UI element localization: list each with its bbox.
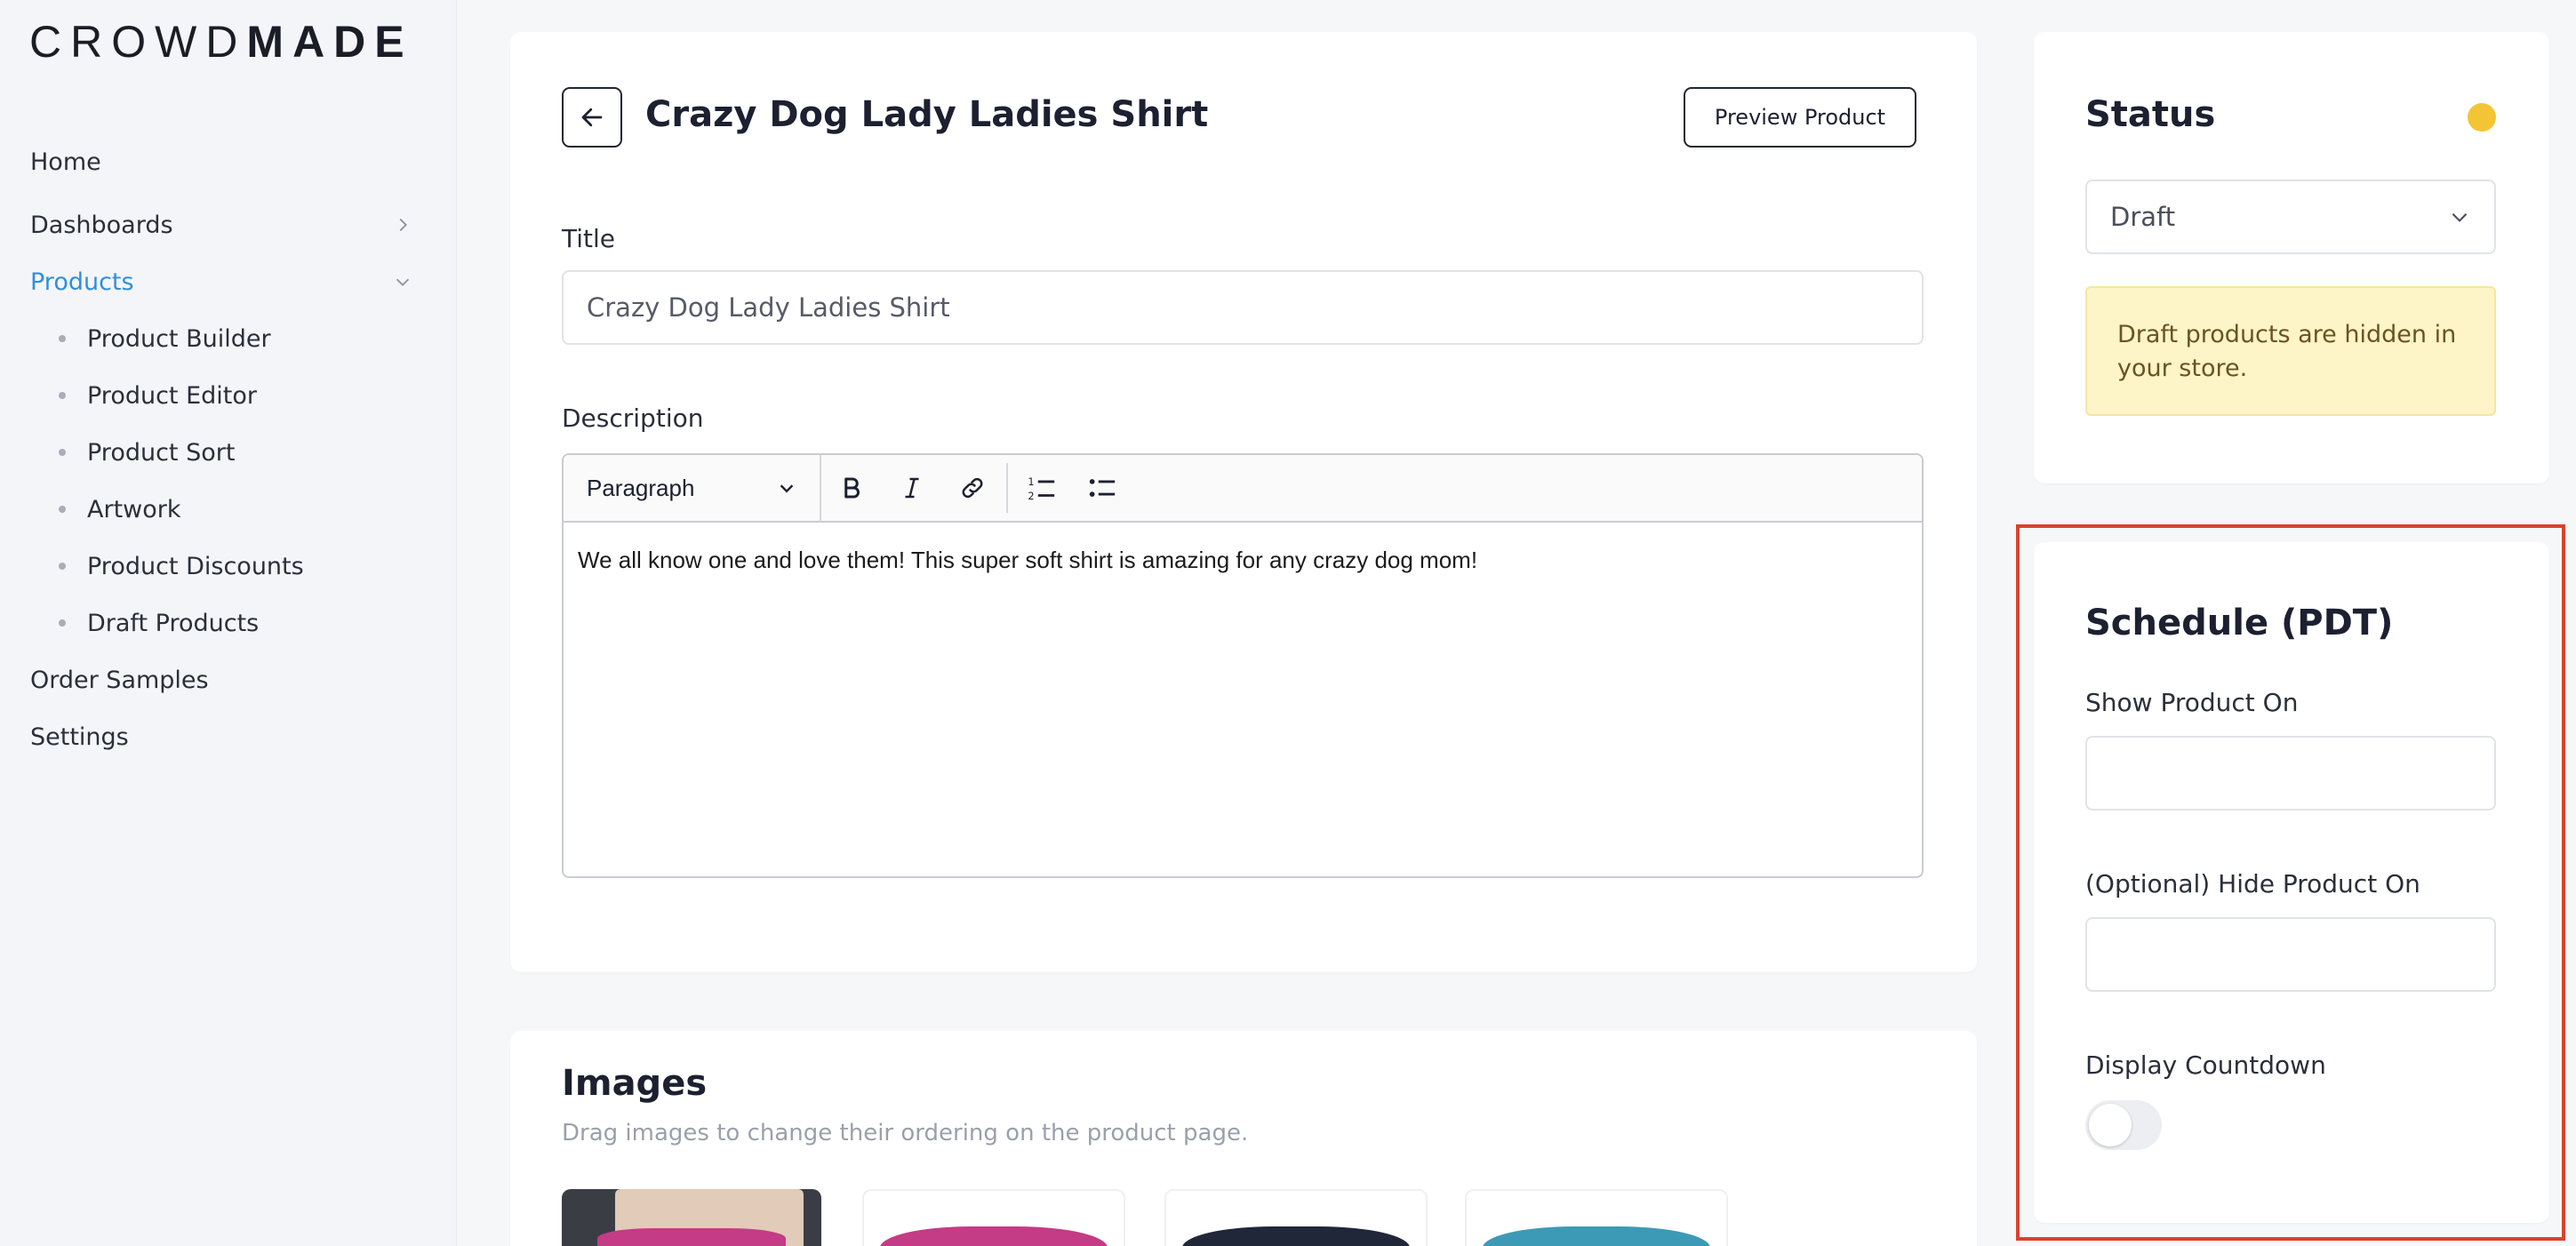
sidebar-subitem-product-sort[interactable]: Product Sort [59, 433, 235, 472]
sidebar-subitem-product-builder[interactable]: Product Builder [59, 319, 271, 358]
bullet-icon [59, 392, 66, 399]
shirt-photo [597, 1228, 786, 1246]
images-card: Images Drag images to change their order… [510, 1031, 1977, 1246]
image-thumbnail[interactable] [1465, 1189, 1728, 1246]
draft-notice: Draft products are hidden in your store. [2085, 286, 2496, 416]
editor-toolbar: Paragraph 1 2 [564, 455, 1922, 523]
chevron-right-icon [399, 218, 407, 232]
product-details-card: Crazy Dog Lady Ladies Shirt Preview Prod… [510, 32, 1977, 972]
sidebar-item-label: Settings [30, 723, 129, 751]
show-product-on-input[interactable] [2085, 736, 2496, 811]
status-select[interactable]: Draft [2085, 180, 2496, 254]
toggle-knob [2089, 1104, 2132, 1146]
title-label: Title [562, 224, 616, 253]
bullet-icon [59, 506, 66, 513]
crowdmade-logo[interactable]: CROWDMADE [29, 16, 413, 68]
back-button[interactable] [562, 87, 622, 148]
sidebar-item-dashboards[interactable]: Dashboards [30, 205, 412, 244]
svg-text:2: 2 [1028, 490, 1034, 502]
description-editor: Paragraph 1 2 We all know one and love t… [562, 453, 1924, 878]
sidebar-subitem-label: Product Sort [87, 438, 236, 467]
image-thumbnail[interactable] [562, 1189, 821, 1246]
display-countdown-toggle[interactable] [2085, 1100, 2162, 1150]
description-label: Description [562, 403, 704, 433]
link-button[interactable] [942, 455, 1003, 522]
bullet-icon [59, 619, 66, 627]
shirt-image [1483, 1226, 1710, 1246]
shirt-image [880, 1226, 1108, 1246]
bold-icon [844, 477, 860, 499]
show-product-on-label: Show Product On [2085, 688, 2299, 717]
logo-text-bold: MADE [246, 17, 413, 67]
numbered-list-icon: 1 2 [1028, 475, 1055, 502]
bold-button[interactable] [821, 455, 882, 522]
sidebar-subitem-draft-products[interactable]: Draft Products [59, 603, 259, 643]
images-hint: Drag images to change their ordering on … [562, 1120, 1249, 1146]
display-countdown-label: Display Countdown [2085, 1050, 2326, 1080]
hide-product-on-input[interactable] [2085, 917, 2496, 992]
status-select-value: Draft [2110, 202, 2176, 232]
description-text-area[interactable]: We all know one and love them! This supe… [564, 523, 1922, 599]
page-title: Crazy Dog Lady Ladies Shirt [645, 94, 1209, 135]
status-title: Status [2085, 94, 2216, 135]
sidebar-subitem-label: Draft Products [87, 609, 260, 637]
arrow-left-icon [581, 108, 603, 127]
description-text: We all know one and love them! This supe… [578, 547, 1478, 573]
italic-button[interactable] [882, 455, 942, 522]
sidebar-item-order-samples[interactable]: Order Samples [30, 660, 412, 699]
bullet-icon [59, 563, 66, 570]
status-indicator-dot [2468, 103, 2496, 132]
toolbar-divider [1006, 463, 1008, 513]
link-icon [962, 477, 983, 499]
sidebar-subitem-artwork[interactable]: Artwork [59, 490, 181, 529]
sidebar-item-label: Products [30, 268, 134, 296]
bullet-icon [59, 449, 66, 456]
bullet-list-button[interactable] [1072, 455, 1132, 522]
sidebar-subitem-product-editor[interactable]: Product Editor [59, 376, 257, 415]
hide-product-on-label: (Optional) Hide Product On [2085, 869, 2420, 899]
sidebar-subitem-label: Product Builder [87, 324, 271, 353]
format-select-value: Paragraph [587, 474, 695, 501]
sidebar-item-home[interactable]: Home [30, 142, 412, 181]
image-thumbnail[interactable] [1164, 1189, 1428, 1246]
preview-product-button[interactable]: Preview Product [1684, 87, 1916, 148]
chevron-down-icon [2452, 212, 2468, 222]
status-card: Status Draft Draft products are hidden i… [2034, 32, 2549, 483]
chevron-down-icon [396, 278, 410, 286]
draft-notice-text: Draft products are hidden in your store. [2117, 321, 2457, 383]
bullet-list-icon [1089, 479, 1116, 497]
sidebar-subitem-product-discounts[interactable]: Product Discounts [59, 547, 304, 586]
schedule-card: Schedule (PDT) Show Product On (Optional… [2034, 542, 2549, 1223]
sidebar-item-settings[interactable]: Settings [30, 717, 412, 756]
images-title: Images [562, 1063, 708, 1104]
sidebar-item-label: Dashboards [30, 211, 173, 239]
paragraph-format-select[interactable]: Paragraph [564, 455, 821, 522]
sidebar-item-label: Order Samples [30, 666, 209, 694]
sidebar: CROWDMADE Home Dashboards Products Produ… [0, 0, 457, 1246]
schedule-title: Schedule (PDT) [2085, 603, 2394, 643]
sidebar-item-label: Home [30, 148, 101, 176]
shirt-image [1182, 1226, 1410, 1246]
chevron-down-icon [780, 484, 794, 493]
image-thumbnail[interactable] [862, 1189, 1125, 1246]
italic-icon [905, 477, 919, 499]
title-input[interactable] [562, 270, 1924, 345]
sidebar-item-products[interactable]: Products [30, 262, 412, 301]
bullet-icon [59, 335, 66, 342]
sidebar-subitem-label: Product Editor [87, 381, 258, 410]
numbered-list-button[interactable]: 1 2 [1012, 455, 1072, 522]
sidebar-subitem-label: Product Discounts [87, 552, 304, 580]
logo-text-thin: CROWD [29, 17, 247, 67]
sidebar-subitem-label: Artwork [87, 495, 181, 523]
svg-text:1: 1 [1028, 475, 1034, 488]
